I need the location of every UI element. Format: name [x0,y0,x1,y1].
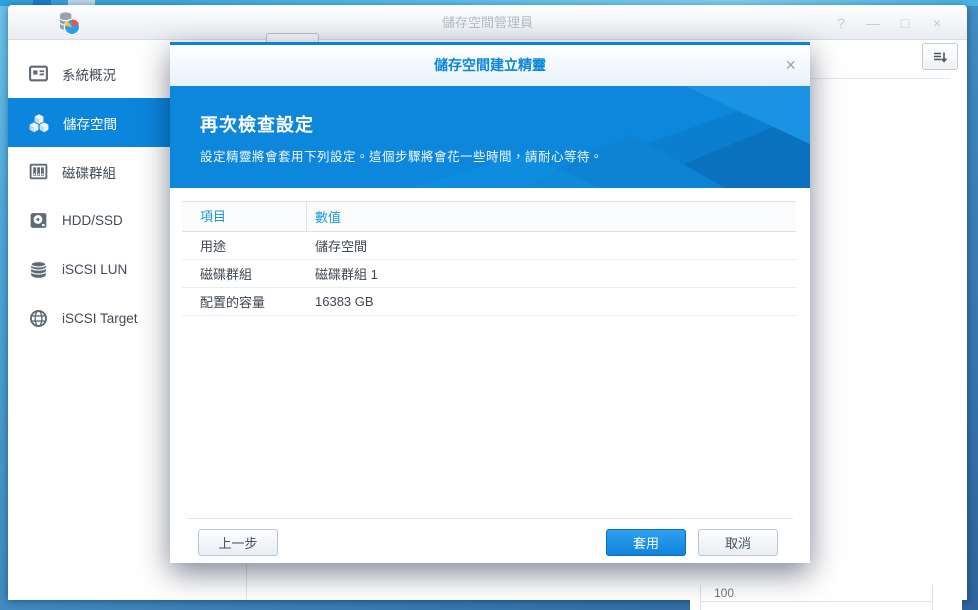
dialog-body: 項目 數值 用途 儲存空間 磁碟群組 磁碟群組 1 配置的容量 16383 GB [170,188,810,518]
dsm-desktop: 儲存空間管理員 ? — □ × 系統概況 儲存空間 磁碟群組 HDD/SSD i… [0,0,978,610]
window-titlebar: 儲存空間管理員 ? — □ × [8,5,967,40]
sidebar-item-label: iSCSI LUN [62,262,128,277]
column-header-item: 項目 [182,202,307,231]
volume-creation-wizard-dialog: 儲存空間建立精靈 × 再次檢查設定 設定精靈將會套用下列設定。這個步驟將會花一些… [170,42,810,563]
close-window-icon[interactable]: × [921,15,953,31]
column-divider [700,585,701,610]
row-item-value: 磁碟群組 1 [315,267,378,282]
column-header-value: 數值 [315,210,342,225]
apply-button[interactable]: 套用 [606,529,686,556]
minimize-icon[interactable]: — [857,15,889,31]
sidebar-item-label: iSCSI Target [62,311,138,326]
window-controls: ? — □ × [825,5,953,40]
iscsi-lun-icon [30,260,47,278]
dialog-footer: 上一步 套用 取消 [187,518,793,563]
disk-group-icon [29,163,48,180]
table-row: 磁碟群組 磁碟群組 1 [182,260,796,288]
row-item-value: 儲存空間 [315,239,368,254]
settings-summary-table: 項目 數值 用途 儲存空間 磁碟群組 磁碟群組 1 配置的容量 16383 GB [182,201,796,316]
row-divider [700,601,933,602]
back-button[interactable]: 上一步 [198,529,278,556]
overview-icon [29,65,48,82]
sidebar-item-label: HDD/SSD [62,213,123,228]
dialog-close-icon[interactable]: × [785,45,796,86]
sort-button[interactable] [922,43,958,70]
table-row: 用途 儲存空間 [182,232,796,260]
sort-list-icon [934,52,948,63]
background-cell-value: 100 [714,586,735,600]
table-header-row: 項目 數值 [182,202,796,232]
sidebar-item-label: 儲存空間 [63,116,117,132]
row-item-label: 用途 [200,239,227,254]
window-title: 儲存空間管理員 [441,15,533,30]
dialog-title: 儲存空間建立精靈 [434,57,546,73]
help-icon[interactable]: ? [825,15,857,31]
iscsi-target-globe-icon [29,309,48,328]
row-item-value: 16383 GB [315,294,374,309]
row-item-label: 磁碟群組 [200,267,253,282]
dialog-titlebar: 儲存空間建立精靈 × [170,45,810,86]
wizard-step-title: 再次檢查設定 [200,115,314,135]
hdd-icon [30,213,47,228]
wizard-step-header: 再次檢查設定 設定精靈將會套用下列設定。這個步驟將會花一些時間，請耐心等待。 [170,86,810,188]
sidebar-item-label: 系統概況 [62,67,116,83]
volume-cubes-icon [29,113,49,132]
table-row: 配置的容量 16383 GB [182,288,796,316]
maximize-icon[interactable]: □ [889,15,921,31]
sidebar-item-label: 磁碟群組 [62,165,116,181]
wizard-step-subtitle: 設定精靈將會套用下列設定。這個步驟將會花一些時間，請耐心等待。 [200,150,604,164]
background-table-fragment: 100 [690,582,962,610]
column-divider [932,585,933,610]
cancel-button[interactable]: 取消 [698,529,778,556]
row-item-label: 配置的容量 [200,295,266,310]
